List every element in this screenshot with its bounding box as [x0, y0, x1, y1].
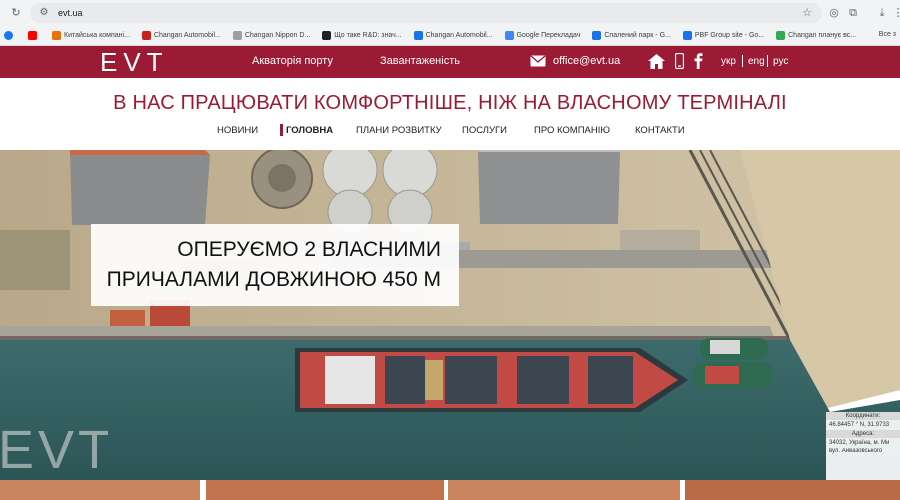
- site-info-icon[interactable]: ⚙: [38, 7, 50, 19]
- bookmark-label: Changan Automobil...: [153, 32, 221, 39]
- logo-text: EVT: [100, 50, 169, 74]
- port-aerial-image: [0, 150, 900, 480]
- bookmark-item[interactable]: Changan Nippon D...: [232, 31, 311, 40]
- lang-divider: [742, 55, 743, 67]
- service-tile-2[interactable]: [206, 480, 444, 500]
- email-link[interactable]: office@evt.ua: [553, 55, 620, 67]
- service-tile-4[interactable]: [685, 480, 900, 500]
- bookmark-label: Спалений парк - G...: [604, 32, 671, 39]
- bookmark-label: Google Перекладач: [516, 32, 581, 39]
- bookmark-favicon-icon: [232, 31, 242, 40]
- nav-about[interactable]: ПРО КОМПАНІЮ: [534, 125, 610, 136]
- lang-ukr[interactable]: укр: [721, 56, 736, 67]
- nav-contacts[interactable]: КОНТАКТИ: [635, 125, 685, 136]
- bookmark-item[interactable]: Спалений парк - G...: [592, 31, 671, 40]
- bookmark-favicon-icon: [141, 31, 151, 40]
- bookmark-item[interactable]: Changan планує вс...: [776, 31, 856, 40]
- hero-caption-line-1: ОПЕРУЄМО 2 ВЛАСНИМИ: [177, 238, 441, 261]
- site-header: EVT Акваторія порту Завантаженість offic…: [0, 46, 900, 78]
- download-icon[interactable]: ⤓: [874, 5, 890, 21]
- bookmark-label: Що таке R&D: знач...: [334, 32, 402, 39]
- hero-caption-line-2: ПРИЧАЛАМИ ДОВЖИНОЮ 450 М: [106, 268, 441, 291]
- nav-home[interactable]: ГОЛОВНА: [286, 125, 333, 136]
- bookmark-item[interactable]: Changan Automobil...: [413, 31, 493, 40]
- hero-banner: ОПЕРУЄМО 2 ВЛАСНИМИ ПРИЧАЛАМИ ДОВЖИНОЮ 4…: [0, 150, 900, 480]
- lang-eng[interactable]: eng: [748, 56, 765, 67]
- reload-icon[interactable]: ↻: [8, 5, 24, 21]
- bookmark-label: Китайська компані...: [64, 32, 130, 39]
- evt-watermark-logo: EVT: [0, 422, 108, 474]
- address-bar[interactable]: ⚙ evt.ua ☆: [30, 3, 822, 23]
- bookmark-favicon-icon: [413, 31, 423, 40]
- coordinates-panel: Координати: 46.84457 ° N, 31.9733 Адреса…: [826, 412, 900, 480]
- hero-caption: ОПЕРУЄМО 2 ВЛАСНИМИ ПРИЧАЛАМИ ДОВЖИНОЮ 4…: [91, 224, 459, 306]
- page-slogan: В НАС ПРАЦЮВАТИ КОМФОРТНІШЕ, НІЖ НА ВЛАС…: [113, 92, 787, 114]
- service-tile-3[interactable]: [448, 480, 680, 500]
- address-line-1: 34032, Україна, м. Ми: [829, 440, 890, 446]
- address-label: Адреса:: [826, 430, 900, 438]
- puzzle-icon[interactable]: ⧉: [845, 5, 861, 21]
- bookmark-item[interactable]: Китайська компані...: [52, 31, 130, 40]
- bookmark-item[interactable]: PBF Group site - Go...: [682, 31, 765, 40]
- bookmarks-more[interactable]: Все з: [879, 31, 896, 38]
- url-text: evt.ua: [58, 8, 83, 18]
- menu-icon[interactable]: ⋮: [890, 5, 900, 21]
- bookmark-label: Changan Nippon D...: [244, 32, 311, 39]
- facebook-icon[interactable]: [694, 53, 703, 69]
- nav-development-plans[interactable]: ПЛАНИ РОЗВИТКУ: [356, 125, 442, 136]
- bookmark-star-icon[interactable]: ☆: [802, 6, 812, 19]
- mail-icon[interactable]: [530, 55, 546, 67]
- phone-icon[interactable]: [675, 53, 684, 69]
- bookmark-item[interactable]: Google Перекладач: [504, 31, 581, 40]
- service-tile-1[interactable]: [0, 480, 200, 500]
- nav-port-waters[interactable]: Акваторія порту: [252, 55, 333, 67]
- bookmark-item[interactable]: Changan Automobil...: [141, 31, 221, 40]
- nav-load[interactable]: Завантаженість: [380, 55, 460, 67]
- youtube-icon: [28, 31, 37, 40]
- lang-divider: [767, 55, 768, 67]
- bookmark-facebook[interactable]: [4, 31, 16, 40]
- bookmark-favicon-icon: [776, 31, 786, 40]
- bookmark-label: Changan планує вс...: [788, 32, 857, 39]
- active-nav-indicator: [280, 124, 283, 136]
- address-line-2: вул. Айвазовського: [829, 448, 883, 454]
- extensions-icon[interactable]: ◎: [826, 5, 842, 21]
- home-icon[interactable]: [648, 54, 665, 69]
- bookmark-favicon-icon: [504, 31, 514, 40]
- nav-services[interactable]: ПОСЛУГИ: [462, 125, 507, 136]
- nav-news[interactable]: НОВИНИ: [217, 125, 258, 136]
- bookmarks-bar: Китайська компані... Changan Automobil...…: [0, 26, 900, 46]
- coords-value: 46.84457 ° N, 31.9733: [829, 422, 890, 428]
- bookmark-label: Changan Automobil...: [425, 32, 493, 39]
- bookmark-youtube[interactable]: [28, 31, 40, 40]
- coords-label: Координати:: [826, 412, 900, 420]
- lang-rus[interactable]: рус: [773, 56, 788, 67]
- bookmark-favicon-icon: [322, 31, 332, 40]
- bookmark-favicon-icon: [592, 31, 602, 40]
- browser-toolbar: ↻ ⚙ evt.ua ☆ ◎ ⧉ ⤓ ⋮: [0, 0, 900, 26]
- bookmark-label: PBF Group site - Go...: [694, 32, 765, 39]
- watermark-text: EVT: [0, 422, 108, 474]
- evt-logo[interactable]: EVT: [100, 50, 180, 74]
- bookmark-favicon-icon: [52, 31, 61, 40]
- bookmark-item[interactable]: Що таке R&D: знач...: [322, 31, 402, 40]
- bookmark-favicon-icon: [682, 31, 692, 40]
- facebook-icon: [4, 31, 13, 40]
